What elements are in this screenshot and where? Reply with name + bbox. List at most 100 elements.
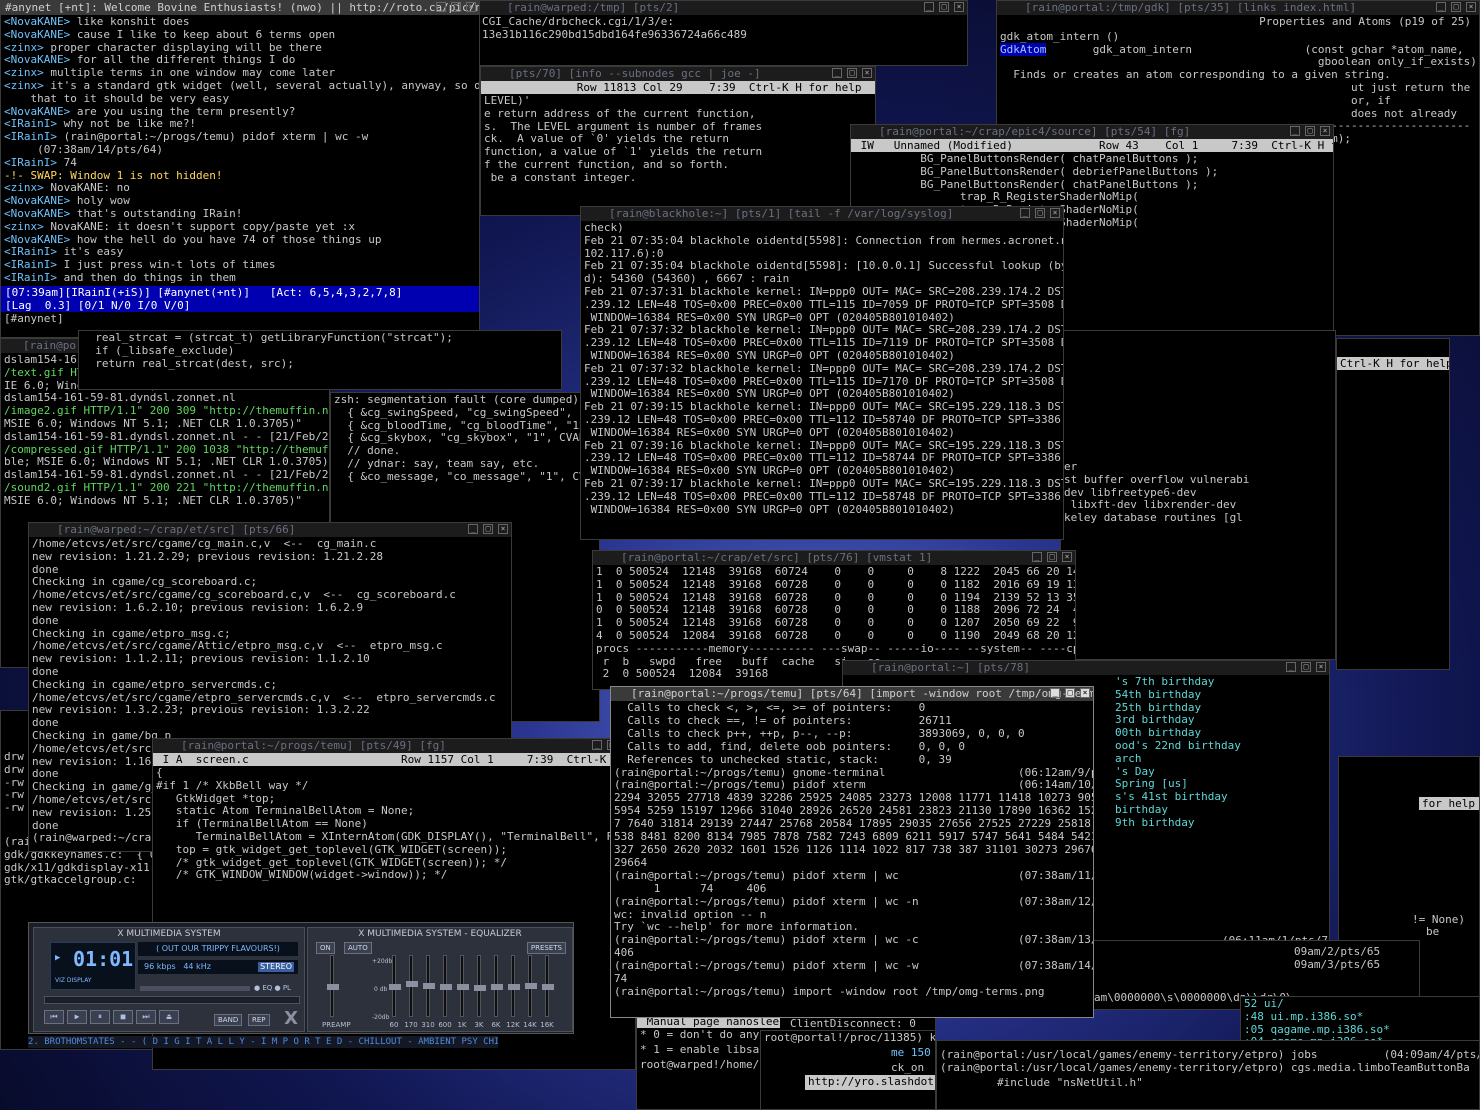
close-icon[interactable]: × xyxy=(954,2,964,12)
minimize-icon[interactable]: _ xyxy=(1436,2,1446,12)
maximize-icon[interactable]: □ xyxy=(1035,208,1045,218)
minimize-icon[interactable]: _ xyxy=(1050,688,1060,698)
viz-label: VIZ DISPLAY xyxy=(55,977,92,984)
eject-icon[interactable]: ⏏ xyxy=(159,1010,179,1024)
minimize-icon[interactable]: _ xyxy=(592,740,602,750)
play-icon[interactable]: ▶ xyxy=(67,1010,87,1024)
close-icon[interactable]: × xyxy=(1316,662,1326,672)
type-link[interactable]: GdkAtom xyxy=(1000,42,1047,56)
minimize-icon[interactable]: _ xyxy=(1286,662,1296,672)
window-titlebar[interactable]: [rain@warped:~/crap/et/src] [pts/66] _ □ × xyxy=(29,523,511,537)
minimize-icon[interactable]: _ xyxy=(1020,208,1030,218)
maximize-icon[interactable]: □ xyxy=(1451,2,1461,12)
window-titlebar[interactable]: [rain@portal:~/crap/epic4/source] [pts/5… xyxy=(851,125,1333,139)
xmms-main-window[interactable]: X MULTIMEDIA SYSTEM ▶ 01:01 VIZ DISPLAY … xyxy=(33,927,305,1032)
maximize-icon[interactable]: □ xyxy=(847,68,857,78)
eq-band-knob[interactable] xyxy=(491,984,503,990)
terminal-line: dslam154-161-59-81.dyndsl.zonnet.nl - - … xyxy=(4,429,329,443)
maximize-icon[interactable]: □ xyxy=(451,2,461,12)
url-text[interactable]: http://yro.slashdot.org xyxy=(805,1075,935,1091)
eq-band-knob[interactable] xyxy=(542,984,554,990)
maximize-icon[interactable]: □ xyxy=(1065,688,1075,698)
window-titlebar[interactable]: [rain@portal:~/progs/temu] [pts/49] [fg]… xyxy=(153,739,635,753)
window-titlebar[interactable]: [pts/70] [info --subnodes gcc | joe -] _… xyxy=(481,67,875,81)
eq-band-slider[interactable] xyxy=(474,955,486,1017)
terminal-window-syslog[interactable]: [rain@blackhole:~] [pts/1] [tail -f /var… xyxy=(580,206,1064,540)
seek-bar[interactable] xyxy=(44,996,300,1004)
eq-band-knob[interactable] xyxy=(406,981,418,987)
xmms-player[interactable]: X MULTIMEDIA SYSTEM ▶ 01:01 VIZ DISPLAY … xyxy=(28,922,574,1034)
minimize-icon[interactable]: _ xyxy=(924,2,934,12)
eq-band-slider[interactable] xyxy=(508,955,520,1017)
preamp-slider[interactable] xyxy=(327,955,339,1017)
eq-band-knob[interactable] xyxy=(440,984,452,990)
close-icon[interactable]: × xyxy=(1062,552,1072,562)
window-titlebar[interactable]: [rain@blackhole:~] [pts/1] [tail -f /var… xyxy=(581,207,1063,221)
maximize-icon[interactable]: □ xyxy=(483,524,493,534)
eq-band-slider[interactable] xyxy=(440,955,452,1017)
eq-presets-button[interactable]: PRESETS xyxy=(526,942,566,954)
next-icon[interactable]: ⏭ xyxy=(136,1010,156,1024)
rep-button[interactable]: REP xyxy=(248,1014,270,1026)
minimize-icon[interactable]: _ xyxy=(468,524,478,534)
minimize-icon[interactable]: _ xyxy=(832,68,842,78)
transport-controls[interactable]: ⏮ ▶ ⏸ ■ ⏭ ⏏ xyxy=(44,1010,179,1024)
terminal-window-proc[interactable]: root@portal!/proc/11385) kl me 150 ck_on… xyxy=(760,1030,936,1110)
terminal-window-right-partial[interactable]: Ctrl-K H for help xyxy=(1336,338,1450,670)
terminal-window-warped-tmp[interactable]: [rain@warped:/tmp] [pts/2] _ □ × CGI_Cache… xyxy=(478,0,968,66)
volume-slider[interactable] xyxy=(140,986,250,991)
maximize-icon[interactable]: □ xyxy=(939,2,949,12)
eq-band-knob[interactable] xyxy=(474,985,486,991)
close-icon[interactable]: × xyxy=(1080,688,1090,698)
eq-band-knob[interactable] xyxy=(457,984,469,990)
close-icon[interactable]: × xyxy=(862,68,872,78)
eq-band-slider[interactable] xyxy=(389,955,401,1017)
eq-band-knob[interactable] xyxy=(525,983,537,989)
eq-band-knob[interactable] xyxy=(389,984,401,990)
eq-band-slider[interactable] xyxy=(406,955,418,1017)
terminal-window-debian[interactable]: er st buffer overflow vulnerabi dev libfre… xyxy=(1060,330,1336,660)
band-button[interactable]: BAND xyxy=(214,1014,243,1026)
eq-auto-button[interactable]: AUTO xyxy=(344,942,372,954)
terminal-window-temu-active[interactable]: [rain@portal:~/progs/temu] [pts/64] [imp… xyxy=(610,686,1094,1018)
stop-icon[interactable]: ■ xyxy=(113,1010,133,1024)
eq-band-slider[interactable] xyxy=(423,955,435,1017)
irc-input[interactable]: [#anynet] xyxy=(1,312,479,327)
close-icon[interactable]: × xyxy=(498,524,508,534)
eq-band-slider[interactable] xyxy=(457,955,469,1017)
terminal-line: <IRainI> 74 xyxy=(4,156,476,170)
terminal-window-strcat[interactable]: real_strcat = (strcat_t) getLibraryFunct… xyxy=(78,330,562,390)
equalizer-window[interactable]: X MULTIMEDIA SYSTEM - EQUALIZER ON AUTO … xyxy=(307,927,573,1032)
window-titlebar[interactable]: [rain@portal:/tmp/gdk] [pts/35] [links i… xyxy=(997,1,1479,15)
close-icon[interactable]: × xyxy=(1320,126,1330,136)
terminal-window-etpro[interactable]: (rain@portal:/usr/local/games/enemy-terr… xyxy=(936,1040,1480,1110)
eq-band-knob[interactable] xyxy=(508,984,520,990)
window-title: [rain@portal:/tmp/gdk] [pts/35] [links i… xyxy=(1025,1,1357,14)
close-icon[interactable]: × xyxy=(466,2,476,12)
minimize-icon[interactable]: _ xyxy=(1290,126,1300,136)
previous-icon[interactable]: ⏮ xyxy=(44,1010,64,1024)
eq-band-slider[interactable] xyxy=(542,955,554,1017)
minimize-icon[interactable]: _ xyxy=(1032,552,1042,562)
maximize-icon[interactable]: □ xyxy=(1047,552,1057,562)
eq-band-slider[interactable] xyxy=(525,955,537,1017)
window-titlebar[interactable]: [rain@portal:~/progs/temu] [pts/64] [imp… xyxy=(611,687,1093,701)
close-icon[interactable]: × xyxy=(1466,2,1476,12)
window-titlebar[interactable]: #anynet [+nt]: Welcome Bovine Enthusiast… xyxy=(1,1,479,15)
terminal-window-info-gcc[interactable]: [pts/70] [info --subnodes gcc | joe -] _… xyxy=(480,66,876,216)
playlist-strip[interactable]: 2. BROTHOMSTATES - - ( D I G I T A L L Y… xyxy=(28,1036,498,1048)
window-controls[interactable]: _ □ × xyxy=(1436,2,1476,12)
minimize-icon[interactable]: _ xyxy=(436,2,446,12)
window-titlebar[interactable]: [rain@portal:~/crap/et/src] [pts/76] [vm… xyxy=(593,551,1075,565)
eq-pl-toggles[interactable]: ● EQ ● PL xyxy=(254,984,291,992)
pause-icon[interactable]: ⏸ xyxy=(90,1010,110,1024)
eq-band-slider[interactable] xyxy=(491,955,503,1017)
eq-band-knob[interactable] xyxy=(423,983,435,989)
eq-on-button[interactable]: ON xyxy=(316,942,335,954)
window-titlebar[interactable]: [rain@warped:/tmp] [pts/2] _ □ × xyxy=(479,1,967,15)
maximize-icon[interactable]: □ xyxy=(1305,126,1315,136)
irc-window[interactable]: #anynet [+nt]: Welcome Bovine Enthusiast… xyxy=(0,0,480,338)
close-icon[interactable]: × xyxy=(1050,208,1060,218)
maximize-icon[interactable]: □ xyxy=(1301,662,1311,672)
window-titlebar[interactable]: [rain@portal:~] [pts/78] _ □ × xyxy=(843,661,1329,675)
